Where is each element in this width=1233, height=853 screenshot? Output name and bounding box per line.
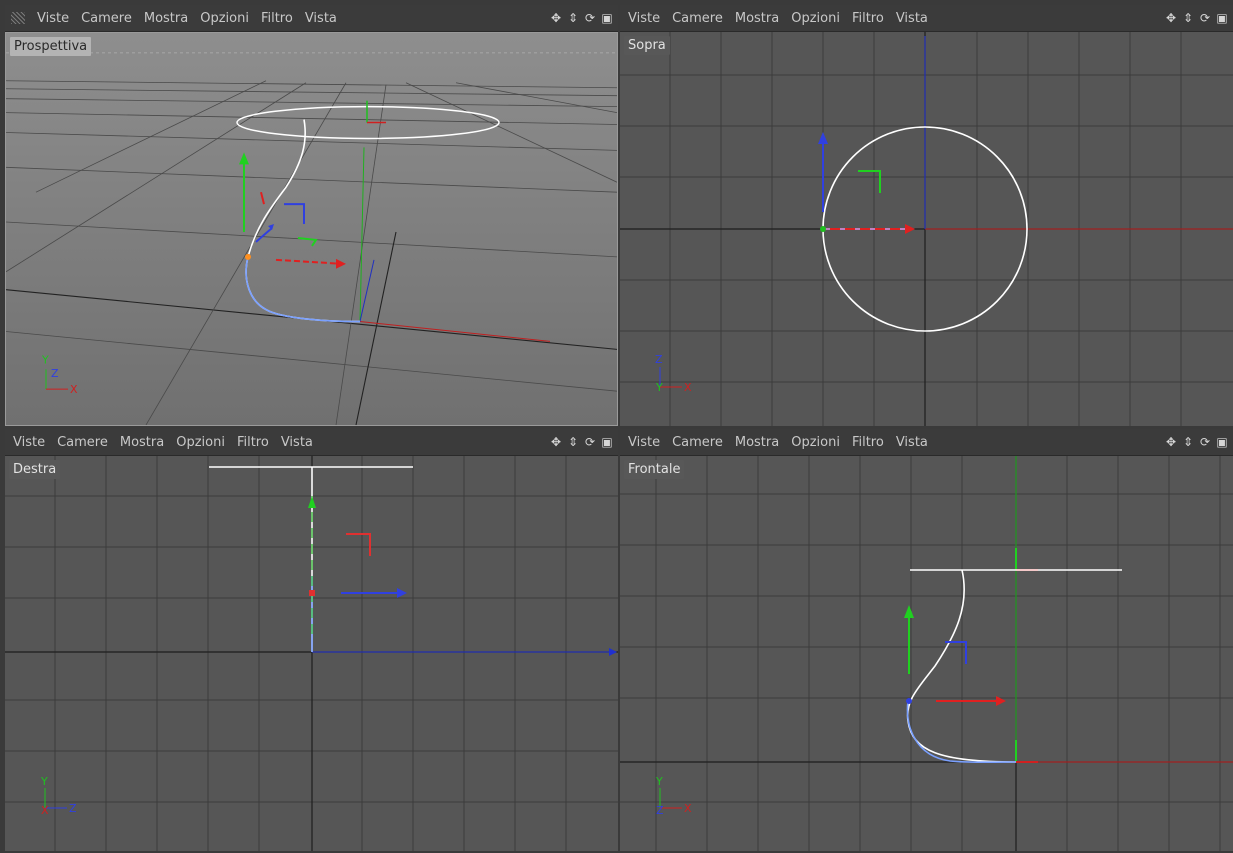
- viewport-label: Prospettiva: [10, 37, 92, 56]
- menu-mostra[interactable]: Mostra: [138, 11, 194, 26]
- menu-viste[interactable]: Viste: [622, 11, 666, 26]
- viewport-top[interactable]: Viste Camere Mostra Opzioni Filtro Vista…: [620, 5, 1233, 426]
- viewport-canvas[interactable]: Z Y X Sopra: [620, 32, 1233, 426]
- maximize-icon[interactable]: ▣: [1215, 11, 1229, 25]
- zoom-icon[interactable]: ⇕: [566, 435, 580, 449]
- rotate-icon[interactable]: ⟳: [1198, 11, 1212, 25]
- maximize-icon[interactable]: ▣: [600, 435, 614, 449]
- menu-viste[interactable]: Viste: [622, 435, 666, 450]
- menu-opzioni[interactable]: Opzioni: [785, 435, 846, 450]
- menu-opzioni[interactable]: Opzioni: [170, 435, 231, 450]
- rotate-icon[interactable]: ⟳: [583, 435, 597, 449]
- rotate-icon[interactable]: ⟳: [1198, 435, 1212, 449]
- menu-opzioni[interactable]: Opzioni: [194, 11, 255, 26]
- menu-mostra[interactable]: Mostra: [114, 435, 170, 450]
- axis-label-mid: Z: [51, 367, 59, 380]
- axis-label-right: X: [684, 802, 692, 815]
- menu-mostra[interactable]: Mostra: [729, 435, 785, 450]
- viewport-canvas[interactable]: Y Z X Frontale: [620, 456, 1233, 851]
- axis-label-mid: Z: [656, 804, 664, 817]
- menu-mostra[interactable]: Mostra: [729, 11, 785, 26]
- move-icon[interactable]: ✥: [1164, 435, 1178, 449]
- viewport-menubar: Viste Camere Mostra Opzioni Filtro Vista…: [5, 5, 618, 32]
- menu-opzioni[interactable]: Opzioni: [785, 11, 846, 26]
- menu-camere[interactable]: Camere: [51, 435, 114, 450]
- axis-label-right: X: [70, 383, 78, 396]
- axis-label-mid: X: [41, 804, 49, 817]
- menu-filtro[interactable]: Filtro: [846, 435, 890, 450]
- viewport-canvas[interactable]: Y Z X Prospettiva: [5, 32, 618, 426]
- menu-vista[interactable]: Vista: [890, 435, 934, 450]
- viewport-menubar: Viste Camere Mostra Opzioni Filtro Vista…: [5, 429, 618, 456]
- rotate-icon[interactable]: ⟳: [583, 11, 597, 25]
- viewport-label: Sopra: [624, 36, 670, 55]
- move-icon[interactable]: ✥: [549, 435, 563, 449]
- maximize-icon[interactable]: ▣: [600, 11, 614, 25]
- axis-label-up: Z: [655, 353, 663, 366]
- viewport-perspective[interactable]: Viste Camere Mostra Opzioni Filtro Vista…: [5, 5, 618, 426]
- axis-label-up: Y: [40, 775, 48, 788]
- menu-filtro[interactable]: Filtro: [255, 11, 299, 26]
- axis-label-right: Z: [69, 802, 77, 815]
- menu-vista[interactable]: Vista: [299, 11, 343, 26]
- menu-filtro[interactable]: Filtro: [846, 11, 890, 26]
- axis-label-mid: Y: [655, 381, 663, 394]
- menu-viste[interactable]: Viste: [7, 435, 51, 450]
- axis-label-right: X: [684, 381, 692, 394]
- maximize-icon[interactable]: ▣: [1215, 435, 1229, 449]
- zoom-icon[interactable]: ⇕: [1181, 435, 1195, 449]
- axis-label-up: Y: [655, 775, 663, 788]
- viewport-label: Frontale: [624, 460, 685, 479]
- menu-vista[interactable]: Vista: [890, 11, 934, 26]
- menu-camere[interactable]: Camere: [666, 11, 729, 26]
- axis-label-up: Y: [41, 353, 49, 366]
- viewport-menubar: Viste Camere Mostra Opzioni Filtro Vista…: [620, 429, 1233, 456]
- viewport-right[interactable]: Viste Camere Mostra Opzioni Filtro Vista…: [5, 429, 618, 851]
- menu-camere[interactable]: Camere: [75, 11, 138, 26]
- menu-filtro[interactable]: Filtro: [231, 435, 275, 450]
- move-icon[interactable]: ✥: [1164, 11, 1178, 25]
- zoom-icon[interactable]: ⇕: [566, 11, 580, 25]
- viewport-front[interactable]: Viste Camere Mostra Opzioni Filtro Vista…: [620, 429, 1233, 851]
- viewport-menubar: Viste Camere Mostra Opzioni Filtro Vista…: [620, 5, 1233, 32]
- menu-vista[interactable]: Vista: [275, 435, 319, 450]
- menu-camere[interactable]: Camere: [666, 435, 729, 450]
- viewport-canvas[interactable]: Y X Z Destra: [5, 456, 618, 851]
- move-icon[interactable]: ✥: [549, 11, 563, 25]
- zoom-icon[interactable]: ⇕: [1181, 11, 1195, 25]
- menu-viste[interactable]: Viste: [31, 11, 75, 26]
- drag-handle-icon[interactable]: [11, 12, 25, 24]
- viewport-label: Destra: [9, 460, 61, 479]
